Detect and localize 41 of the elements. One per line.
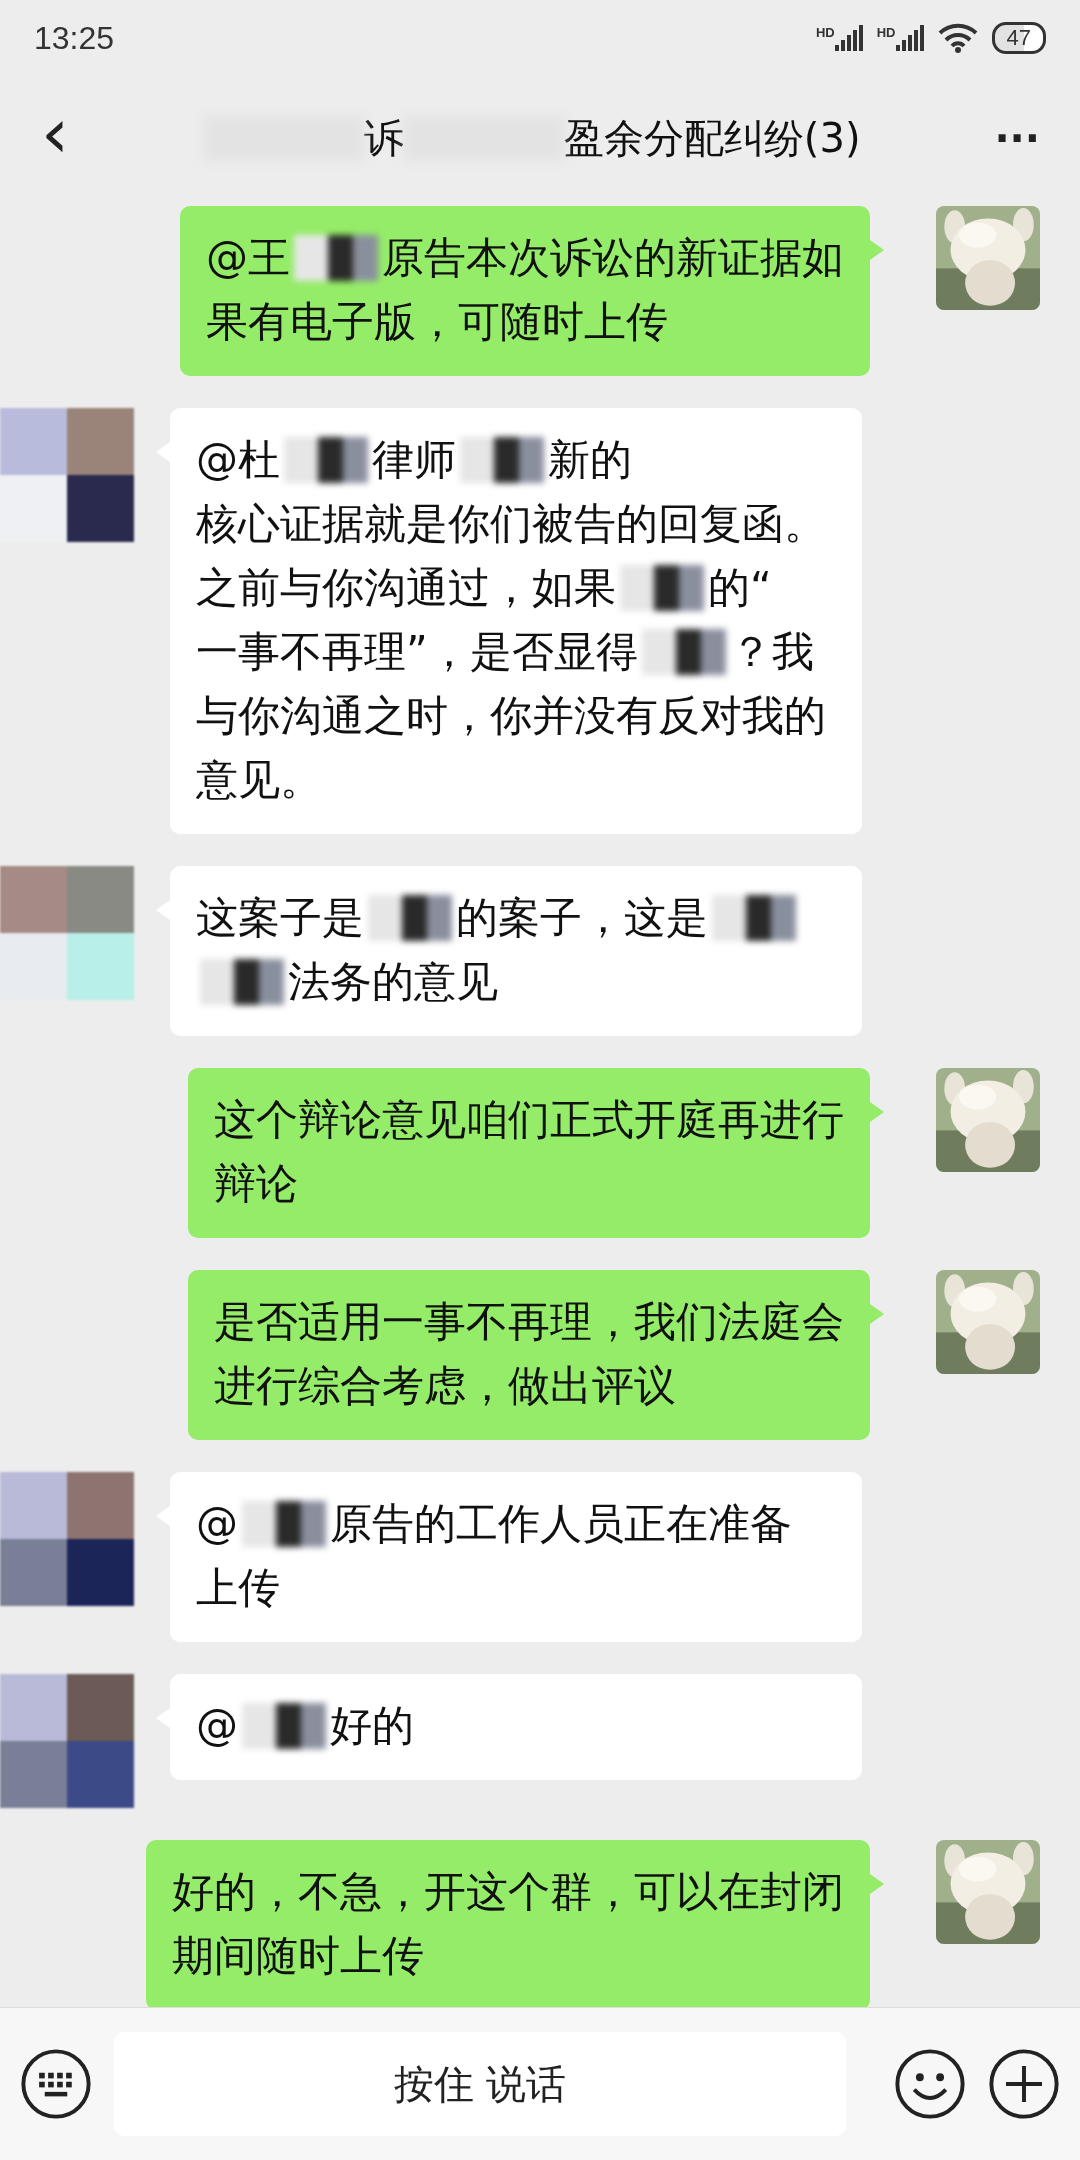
signal-icon xyxy=(895,25,924,51)
keyboard-icon[interactable] xyxy=(20,2048,92,2120)
message-text: 原告的工作人员正在准备 xyxy=(330,1498,792,1550)
hold-to-talk-button[interactable]: 按住 说话 xyxy=(114,2032,846,2136)
back-button[interactable]: ‹ xyxy=(20,98,90,178)
message-text: @ xyxy=(196,1700,238,1752)
message-text: 进行综合考虑，做出评议 xyxy=(214,1360,676,1412)
network-label: HD xyxy=(876,25,896,40)
message-text: @杜 xyxy=(196,434,280,486)
message-text: 期间随时上传 xyxy=(172,1930,424,1982)
message-text: ？我 xyxy=(729,626,814,678)
signal-icon xyxy=(834,25,863,51)
message-text: 这案子是 xyxy=(196,892,364,944)
message-text: 核心证据就是你们被告的回复函。 xyxy=(196,498,826,550)
message-text: 上传 xyxy=(196,1562,280,1614)
message-text: 的“ xyxy=(708,562,772,614)
chat-title: 诉 盈余分配纠纷(3) xyxy=(90,110,975,166)
message-text: 的案子，这是 xyxy=(456,892,708,944)
message-text: 这个辩论意见咱们正式开庭再进行 xyxy=(214,1094,844,1146)
message-text: 好的 xyxy=(330,1700,414,1752)
network-label: HD xyxy=(815,25,835,40)
plus-icon[interactable] xyxy=(988,2048,1060,2120)
message-text: 一事不再理”，是否显得 xyxy=(196,626,638,678)
message-text: 与你沟通之时，你并没有反对我的 xyxy=(196,690,826,742)
message-text: @ xyxy=(196,1498,238,1550)
message-text: 律师 xyxy=(372,434,456,486)
message-text: 之前与你沟通过，如果 xyxy=(196,562,616,614)
message-text: 意见。 xyxy=(196,754,322,806)
battery-level: 47 xyxy=(991,22,1046,54)
message-text: 新的 xyxy=(548,434,632,486)
emoji-icon[interactable] xyxy=(894,2048,966,2120)
message-text: 好的，不急，开这个群，可以在封闭 xyxy=(172,1866,844,1918)
message-text: 法务的意见 xyxy=(288,956,498,1008)
message-text: @王 xyxy=(206,232,290,284)
message-text: 原告本次诉讼的新证据如 xyxy=(382,232,844,284)
message-text: 果有电子版，可随时上传 xyxy=(206,296,668,348)
message-text: 辩论 xyxy=(214,1158,298,1210)
more-button[interactable]: ··· xyxy=(974,115,1060,161)
clock-time: 13:25 xyxy=(34,19,115,57)
message-text: 是否适用一事不再理，我们法庭会 xyxy=(214,1296,844,1348)
wifi-icon xyxy=(937,23,978,53)
